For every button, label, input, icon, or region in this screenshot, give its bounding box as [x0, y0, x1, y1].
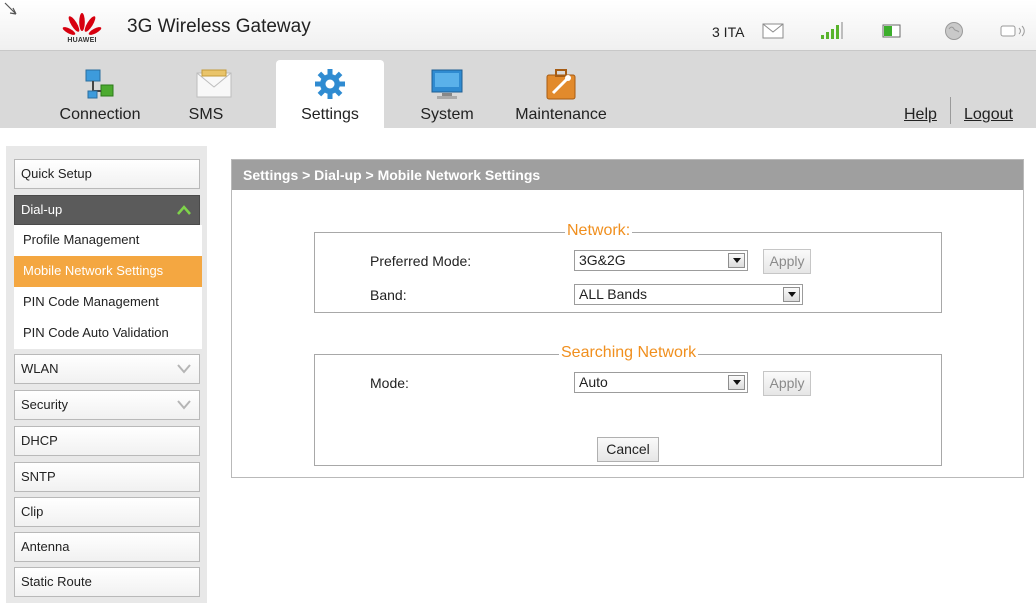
tab-sms[interactable]: SMS	[168, 60, 260, 128]
sidebar-subitem-label: PIN Code Management	[23, 294, 159, 309]
searching-network-legend: Searching Network	[559, 344, 699, 362]
sidebar-item-label: SNTP	[21, 469, 56, 484]
sidebar-item-quick-setup[interactable]: Quick Setup	[14, 159, 200, 189]
sidebar-subitem-label: Profile Management	[23, 232, 140, 247]
dropdown-arrow-icon[interactable]	[728, 253, 745, 268]
main-menu: Connection SMS Settings System Maintenan…	[0, 50, 1036, 128]
tab-system[interactable]: System	[402, 60, 492, 128]
help-link[interactable]: Help	[904, 106, 937, 123]
network-apply-button[interactable]: Apply	[763, 249, 811, 274]
sidebar-item-label: Clip	[21, 504, 44, 519]
sidebar-item-label: DHCP	[21, 433, 58, 448]
sidebar-item-wlan[interactable]: WLAN	[14, 354, 200, 384]
tab-connection[interactable]: Connection	[50, 60, 150, 128]
dropdown-arrow-icon[interactable]	[728, 375, 745, 390]
connection-icon	[85, 69, 114, 99]
tab-label: System	[420, 106, 474, 123]
sidebar-item-static-route[interactable]: Static Route	[14, 567, 200, 597]
envelope-icon	[196, 69, 232, 98]
search-apply-button[interactable]: Apply	[763, 371, 811, 396]
sidebar-item-sntp[interactable]: SNTP	[14, 462, 200, 492]
sidebar-item-antenna[interactable]: Antenna	[14, 532, 200, 562]
sidebar-subitem-label: Mobile Network Settings	[23, 263, 164, 278]
sidebar-item-dial-up[interactable]: Dial-up	[14, 195, 200, 225]
carrier-name: 3 ITA	[712, 24, 745, 40]
tab-maintenance[interactable]: Maintenance	[506, 60, 616, 128]
breadcrumb: Settings > Dial-up > Mobile Network Sett…	[232, 160, 1023, 190]
logout-link-wrap: Logout	[964, 106, 1013, 124]
sidebar-item-label: WLAN	[21, 361, 59, 376]
search-mode-select[interactable]: Auto	[574, 372, 748, 393]
sidebar-subitem-pin-code-management[interactable]: PIN Code Management	[14, 287, 202, 318]
sidebar-item-security[interactable]: Security	[14, 390, 200, 420]
sidebar-subitem-pin-code-auto-validation[interactable]: PIN Code Auto Validation	[14, 318, 202, 349]
tab-label: SMS	[188, 106, 224, 123]
chevron-down-icon	[177, 400, 191, 410]
network-legend: Network:	[565, 222, 633, 240]
sidebar-item-label: Antenna	[21, 539, 70, 554]
gear-icon	[315, 69, 345, 99]
settings-panel: Settings > Dial-up > Mobile Network Sett…	[231, 159, 1024, 478]
toolbox-icon	[546, 69, 576, 100]
tab-label: Maintenance	[515, 106, 607, 123]
preferred-mode-select[interactable]: 3G&2G	[574, 250, 748, 271]
sidebar-item-label: Dial-up	[21, 202, 63, 217]
chevron-down-icon	[177, 364, 191, 374]
tab-label: Settings	[301, 106, 359, 123]
sidebar-item-label: Static Route	[21, 574, 92, 589]
preferred-mode-value: 3G&2G	[579, 252, 626, 268]
preferred-mode-label: Preferred Mode:	[370, 253, 472, 269]
sidebar-subitem-mobile-network-settings[interactable]: Mobile Network Settings	[14, 256, 202, 287]
mode-label: Mode:	[370, 375, 409, 391]
help-link-wrap: Help	[904, 106, 937, 124]
sidebar-item-label: Quick Setup	[21, 166, 92, 181]
search-mode-value: Auto	[579, 374, 608, 390]
band-label: Band:	[370, 287, 407, 303]
dropdown-arrow-icon[interactable]	[783, 287, 800, 302]
mail-icon[interactable]	[762, 23, 784, 39]
brand-name: HUAWEI	[67, 37, 97, 44]
band-select[interactable]: ALL Bands	[574, 284, 803, 305]
sidebar-subitem-profile-management[interactable]: Profile Management	[14, 225, 202, 256]
searching-network-fieldset: Searching Network Mode: Auto Apply Cance…	[314, 344, 942, 466]
band-value: ALL Bands	[579, 286, 647, 302]
nav-separator	[950, 97, 951, 124]
battery-icon	[882, 24, 901, 38]
sidebar-subitem-label: PIN Code Auto Validation	[23, 325, 169, 340]
app-title: 3G Wireless Gateway	[127, 16, 311, 37]
signal-icon	[821, 22, 843, 39]
logout-link[interactable]: Logout	[964, 106, 1013, 123]
wifi-status-icon	[1000, 25, 1025, 37]
tab-settings[interactable]: Settings	[276, 60, 384, 128]
top-bar: HUAWEI 3G Wireless Gateway 3 ITA	[0, 0, 1036, 50]
cancel-button[interactable]: Cancel	[597, 437, 659, 462]
mouse-cursor-icon	[4, 2, 17, 15]
sidebar-item-clip[interactable]: Clip	[14, 497, 200, 527]
network-legend-text: Network	[567, 222, 626, 239]
chevron-up-icon	[177, 205, 191, 215]
network-fieldset: Network: Preferred Mode: 3G&2G Apply Ban…	[314, 222, 942, 313]
sidebar-item-dhcp[interactable]: DHCP	[14, 426, 200, 456]
sidebar: Quick Setup Dial-up Profile Management M…	[6, 146, 207, 603]
monitor-icon	[431, 69, 463, 99]
globe-icon	[945, 22, 963, 40]
tab-label: Connection	[59, 106, 141, 123]
sidebar-item-label: Security	[21, 397, 68, 412]
